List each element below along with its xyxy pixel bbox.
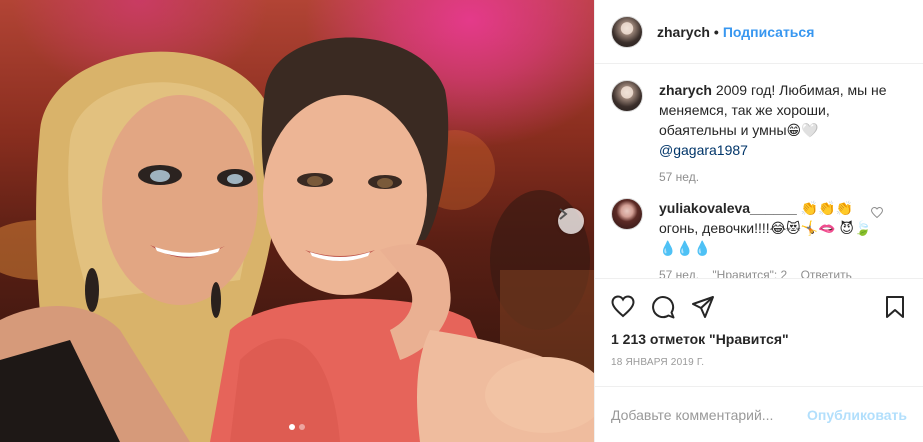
heart-icon[interactable] — [611, 295, 635, 319]
post-actions: 1 213 отметок "Нравится" 18 января 2019 … — [595, 278, 923, 386]
commenter-avatar[interactable] — [611, 198, 643, 230]
comment-reply-button[interactable]: Ответить — [801, 268, 852, 278]
comment-input[interactable] — [611, 406, 808, 423]
comment-like-icon[interactable] — [870, 206, 884, 222]
comment-item: yuliakovaleva______ 👏👏👏 огонь, девочки!!!… — [611, 198, 907, 278]
carousel-dots — [0, 424, 594, 430]
caption-time[interactable]: 57 нед. — [659, 170, 699, 184]
post-sidebar: zharych • Подписаться zharych 2009 год! Л… — [594, 0, 923, 442]
share-icon[interactable] — [691, 295, 715, 319]
follow-button[interactable]: Подписаться — [723, 24, 815, 40]
comment-username[interactable]: yuliakovaleva______ — [659, 200, 797, 216]
comment-icon[interactable] — [651, 295, 675, 319]
post-date[interactable]: 18 января 2019 г. — [611, 357, 907, 368]
header-separator: • — [713, 23, 719, 40]
carousel-dot — [299, 424, 305, 430]
caption-avatar[interactable] — [611, 80, 643, 112]
caption: zharych 2009 год! Любимая, мы не меняемся… — [611, 80, 907, 184]
comment-composer: Опубликовать — [595, 386, 923, 442]
photo-illustration — [0, 37, 594, 442]
post-photo[interactable] — [0, 0, 594, 442]
comment-likes[interactable]: "Нравится": 2 — [712, 268, 787, 278]
comment-time[interactable]: 57 нед. — [659, 268, 699, 278]
comments-list[interactable]: zharych 2009 год! Любимая, мы не меняемся… — [595, 64, 923, 278]
author-avatar[interactable] — [611, 15, 643, 48]
bookmark-icon[interactable] — [883, 295, 907, 319]
carousel-dot-active — [289, 424, 295, 430]
caption-mention[interactable]: @gagara1987 — [659, 142, 748, 158]
next-photo-button[interactable] — [558, 208, 584, 234]
publish-button[interactable]: Опубликовать — [807, 407, 907, 423]
chevron-right-icon — [559, 208, 568, 220]
instagram-post: zharych • Подписаться zharych 2009 год! Л… — [0, 0, 923, 442]
likes-count[interactable]: 1 213 отметок "Нравится" — [611, 331, 907, 347]
post-header: zharych • Подписаться — [595, 0, 923, 64]
caption-username[interactable]: zharych — [659, 82, 712, 98]
author-username[interactable]: zharych — [657, 24, 710, 40]
